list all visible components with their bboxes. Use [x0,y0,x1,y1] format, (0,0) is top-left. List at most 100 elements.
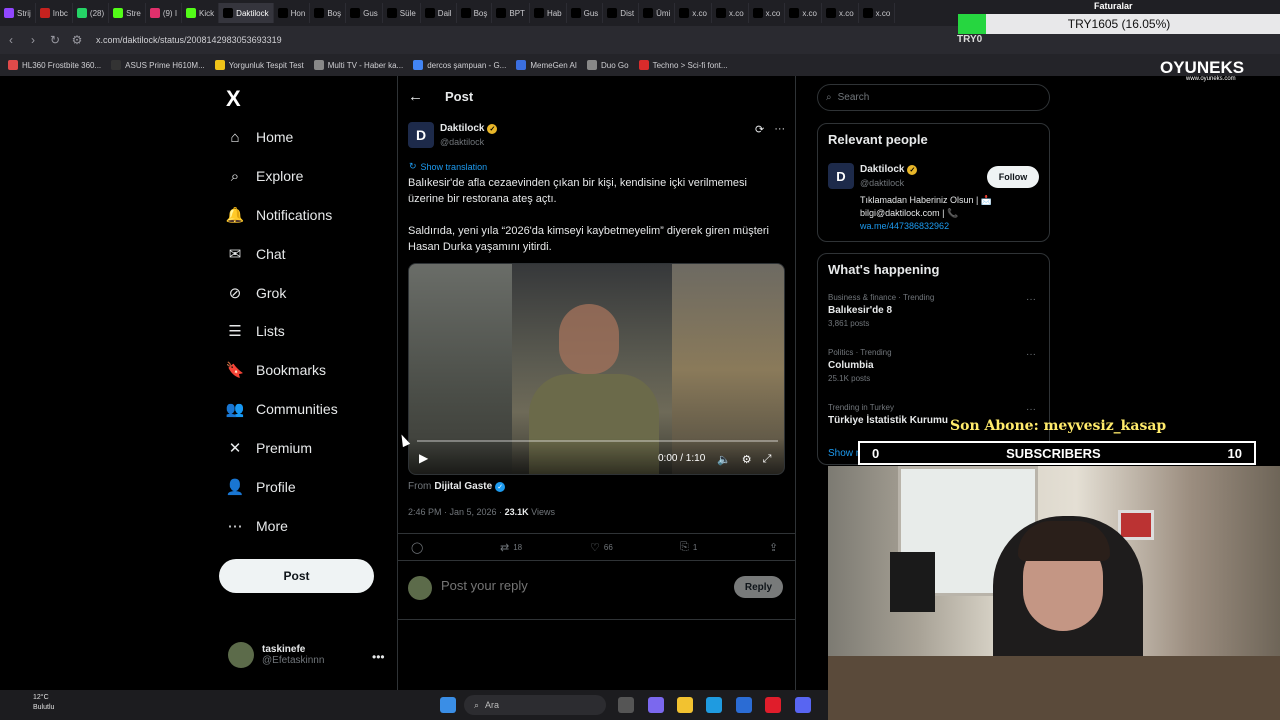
bookmark-item[interactable]: MemeGen AI [516,60,577,70]
post-button[interactable]: Post [219,559,374,593]
like-action[interactable]: ♡ 66 [590,541,613,554]
browser-tab[interactable]: Ümi [639,3,676,23]
avatar [228,642,254,668]
browser-tab[interactable]: Strij [0,3,36,23]
forward-icon[interactable]: › [22,33,44,47]
sidebar-item-bookmarks[interactable]: 🔖 Bookmarks [226,361,326,379]
url-field[interactable]: x.com/daktilock/status/20081429830536933… [96,35,282,45]
sidebar-item-notifications[interactable]: 🔔 Notifications [226,206,333,224]
browser-tab[interactable]: x.co [712,3,749,23]
browser-tab[interactable]: Kick [182,3,220,23]
sidebar-item-chat[interactable]: ✉ Chat [226,245,286,263]
trend-item[interactable]: Business & finance · Trending Balıkesir'd… [828,293,934,328]
sidebar-item-explore[interactable]: ⌕ Explore [226,167,304,185]
browser-tab[interactable]: x.co [749,3,786,23]
bookmark-label: Multi TV - Haber ka... [327,60,404,70]
opera-icon[interactable] [765,697,781,713]
reload-icon[interactable]: ↻ [44,33,66,47]
share-action[interactable]: ⇪ [769,541,778,554]
video-progress-bar[interactable] [417,440,778,442]
source-name[interactable]: Dijital Gaste [434,481,492,492]
browser-tab[interactable]: x.co [822,3,859,23]
browser-tab[interactable]: Stre [109,3,146,23]
more-icon[interactable]: ··· [774,123,785,136]
bookmark-item[interactable]: HL360 Frostbite 360... [8,60,101,70]
back-icon[interactable]: ‹ [0,33,22,47]
sidebar-item-home[interactable]: ⌂ Home [226,128,293,146]
person-handle[interactable]: @daktilock [860,178,904,188]
play-icon[interactable]: ▶ [419,451,428,465]
author-handle[interactable]: @daktilock [440,137,484,147]
browser-tab[interactable]: Hon [274,3,311,23]
bookmark-action[interactable]: ⎘ 1 [680,541,697,554]
settings-icon[interactable]: ⚙ [742,453,752,466]
bookmark-item[interactable]: Multi TV - Haber ka... [313,60,404,70]
account-switcher[interactable]: taskinefe @Efetaskinnn [228,642,324,668]
bookmark-item[interactable]: ASUS Prime H610M... [111,60,205,70]
browser-tab[interactable]: Dail [421,3,457,23]
sidebar-item-more[interactable]: ⋯ More [226,517,288,535]
volume-icon[interactable]: 🔈 [717,453,731,466]
bookmark-item[interactable]: Techno > Sci-fi font... [638,60,728,70]
person-avatar[interactable]: D [828,163,854,189]
browser-tab[interactable]: Boş [310,3,347,23]
more-icon[interactable]: ··· [1026,349,1036,360]
browser-tab[interactable]: Dist [603,3,640,23]
browser-tab[interactable]: (9) I [146,3,183,23]
browser-tab[interactable]: Gus [567,3,604,23]
browser-tab[interactable]: Süle [383,3,421,23]
grok-icon[interactable]: ⟳ [755,123,764,136]
x-logo-icon[interactable]: X [226,86,241,112]
browser-tab[interactable]: x.co [785,3,822,23]
trend-item[interactable]: Politics · Trending Columbia 25.1K posts [828,348,892,383]
more-icon[interactable]: ··· [1026,294,1036,305]
browser-tab[interactable]: Boş [457,3,493,23]
sidebar-item-communities[interactable]: 👥 Communities [226,400,338,418]
bookmark-item[interactable]: Duo Go [587,60,629,70]
edge-icon[interactable] [706,697,722,713]
browser-tab[interactable]: Gus [346,3,383,23]
browser-tab[interactable]: (28) [73,3,110,23]
copilot-icon[interactable] [648,697,664,713]
author-name[interactable]: Daktilock ✓ [440,123,498,134]
site-info-icon[interactable]: ⚙ [66,33,88,47]
person-name[interactable]: Daktilock ✓ [860,164,918,175]
bio-link[interactable]: wa.me/447386832962 [860,220,1040,233]
sidebar-item-profile[interactable]: 👤 Profile [226,478,296,496]
browser-tab[interactable]: BPT [492,3,530,23]
file-explorer-icon[interactable] [677,697,693,713]
show-translation-link[interactable]: ↻ Show translation [409,161,487,172]
browser-tab[interactable]: x.co [675,3,712,23]
reply-input[interactable] [441,578,701,593]
search-input[interactable]: ⌕ Search [817,84,1050,111]
browser-tab[interactable]: Daktilock [219,3,274,23]
trend-category: Politics · Trending [828,348,892,357]
bookmark-item[interactable]: Yorgunluk Tespit Test [214,60,304,70]
sidebar-item-lists[interactable]: ☰ Lists [226,322,285,340]
trend-item[interactable]: Trending in Turkey Türkiye İstatistik Kur… [828,403,948,426]
reply-button[interactable]: Reply [734,576,783,598]
browser-tab[interactable]: x.co [859,3,896,23]
tab-label: Ümi [656,8,671,18]
sidebar-item-premium[interactable]: ✕ Premium [226,439,312,457]
browser-tab[interactable]: Hab [530,3,567,23]
bookmark-item[interactable]: dercos şampuan - G... [413,60,506,70]
more-icon[interactable]: ··· [1026,404,1036,415]
taskbar-search[interactable]: ⌕ Ara [464,695,606,715]
follow-button[interactable]: Follow [987,166,1039,188]
repost-action[interactable]: ⇄ 18 [500,541,522,554]
store-icon[interactable] [736,697,752,713]
sidebar-item-grok[interactable]: ⊘ Grok [226,284,287,302]
discord-icon[interactable] [795,697,811,713]
back-arrow-icon[interactable]: ← [408,88,423,105]
author-avatar[interactable]: D [408,122,434,148]
browser-tab[interactable]: Inbc [36,3,73,23]
start-icon[interactable] [440,697,456,713]
weather-widget[interactable]: 12°C Bulutlu [16,693,54,713]
post-timestamp[interactable]: 2:46 PM · Jan 5, 2026 · [408,507,502,517]
reply-action[interactable]: ◯ [411,541,423,554]
task-view-icon[interactable] [618,697,634,713]
more-icon[interactable]: ••• [372,650,385,664]
video-player[interactable]: ▶ 0:00 / 1:10 🔈 ⚙ ⤢ [408,263,785,475]
fullscreen-icon[interactable]: ⤢ [763,453,772,466]
